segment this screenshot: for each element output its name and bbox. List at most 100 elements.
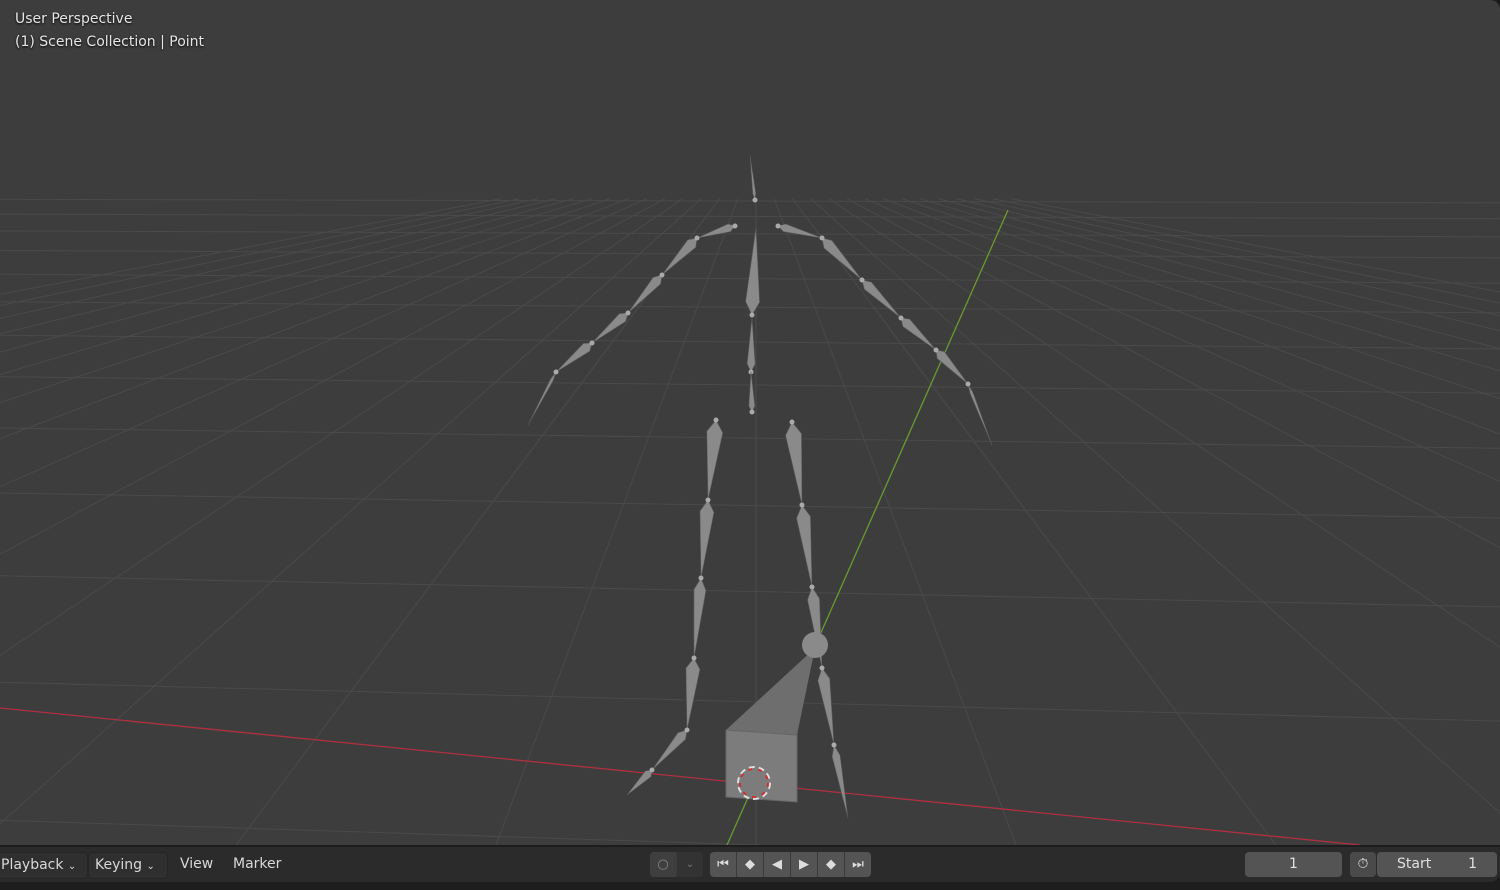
bone <box>745 227 760 316</box>
collection-label: (1) Scene Collection | Point <box>15 34 205 50</box>
grid-line <box>828 198 1500 648</box>
bone <box>527 371 557 426</box>
bone-joint <box>752 197 758 203</box>
grid-line <box>901 198 1500 400</box>
scene-canvas[interactable] <box>0 0 1500 845</box>
x-axis-line <box>0 707 1361 845</box>
bone-joint <box>732 223 738 229</box>
bone <box>785 421 803 506</box>
grid-line <box>0 198 538 319</box>
current-frame-field[interactable]: 1 <box>1245 852 1342 877</box>
grid-line <box>0 198 702 824</box>
view-menu[interactable]: View <box>174 852 219 877</box>
bone-joint <box>789 419 795 425</box>
grid-line <box>0 198 502 295</box>
keying-label: Keying <box>95 857 143 873</box>
bone <box>746 317 756 373</box>
bone-joint <box>819 235 825 241</box>
bone <box>821 237 863 281</box>
chevron-down-icon[interactable]: ⌄ <box>677 852 703 877</box>
play-reverse-icon[interactable]: ◀ <box>764 852 790 877</box>
bone-joint <box>625 310 631 316</box>
bone-joint <box>589 340 595 346</box>
bone <box>627 274 663 314</box>
bone-joint <box>659 272 665 278</box>
bone-joint <box>809 584 815 590</box>
start-label: Start <box>1397 856 1432 872</box>
bone-joint <box>775 223 781 229</box>
bone <box>749 154 757 201</box>
bone-joint <box>965 381 971 387</box>
grid-line <box>864 198 1500 482</box>
view-perspective-label: User Perspective <box>15 11 133 27</box>
3d-viewport[interactable]: User Perspective (1) Scene Collection | … <box>0 0 1500 845</box>
bone-joint <box>898 315 904 321</box>
grid-line <box>0 230 1500 238</box>
grid-line <box>0 198 593 376</box>
grid-line <box>0 819 760 845</box>
start-frame-field[interactable]: Start 1 <box>1377 852 1497 877</box>
bone <box>699 499 715 579</box>
bone <box>777 223 823 239</box>
stopwatch-icon[interactable]: ⏱ <box>1350 852 1376 877</box>
grid-line <box>0 198 556 335</box>
grid-line <box>883 198 1500 435</box>
bone-joint <box>698 575 704 581</box>
keying-menu[interactable]: Keying ⌄ <box>88 852 168 879</box>
bone-joint <box>799 502 805 508</box>
transport-controls: ⏮ ◆ ◀ ▶ ◆ ⏭ <box>710 852 871 877</box>
grid-line <box>0 213 1500 220</box>
bone-joint <box>933 347 939 353</box>
light-object <box>725 729 798 803</box>
bone <box>555 342 593 373</box>
playback-label: Playback <box>1 857 64 873</box>
grid-line <box>0 198 1500 204</box>
bone <box>626 769 653 796</box>
bone <box>817 667 835 746</box>
jump-to-start-icon[interactable]: ⏮ <box>710 852 736 877</box>
bone-joint <box>691 655 697 661</box>
auto-keying-group: ○ ⌄ <box>650 852 703 877</box>
playback-menu[interactable]: Playback ⌄ <box>0 852 88 879</box>
prev-keyframe-icon[interactable]: ◆ <box>737 852 763 877</box>
bone <box>651 729 688 771</box>
bone-joint <box>705 497 711 503</box>
bone-joint <box>749 312 755 318</box>
bone-joint <box>831 742 837 748</box>
grid-line <box>791 198 1277 845</box>
bone <box>967 383 993 446</box>
bone <box>748 371 756 413</box>
grid-line <box>1010 198 1500 293</box>
bone-joint <box>713 417 719 423</box>
grid-line <box>0 198 611 404</box>
grid-line <box>0 427 1500 449</box>
timeline-header: Playback ⌄ Keying ⌄ View Marker ○ ⌄ ⏮ ◆ … <box>0 847 1500 882</box>
root-sphere <box>802 632 828 658</box>
start-value: 1 <box>1468 856 1477 872</box>
grid-line <box>992 198 1500 304</box>
bone <box>685 657 701 731</box>
next-keyframe-icon[interactable]: ◆ <box>818 852 844 877</box>
bone <box>693 577 707 659</box>
play-icon[interactable]: ▶ <box>791 852 817 877</box>
bone-joint <box>749 409 755 415</box>
bone <box>706 419 724 501</box>
grid-line <box>0 198 684 656</box>
bone <box>900 317 937 351</box>
bone <box>935 349 969 385</box>
grid-line <box>0 198 648 488</box>
jump-to-end-icon[interactable]: ⏭ <box>845 852 871 877</box>
record-circle-icon[interactable]: ○ <box>650 852 676 877</box>
bone <box>696 223 736 239</box>
bone-joint <box>694 235 700 241</box>
chevron-down-icon: ⌄ <box>146 861 155 872</box>
bone-joint <box>649 767 655 773</box>
bone-joint <box>684 727 690 733</box>
marker-menu[interactable]: Marker <box>227 852 287 877</box>
chevron-down-icon: ⌄ <box>67 861 77 872</box>
grid-line <box>0 250 1500 259</box>
bone <box>661 237 698 276</box>
bone <box>796 504 813 588</box>
light-cone <box>726 648 815 735</box>
bone-joint <box>859 277 865 283</box>
